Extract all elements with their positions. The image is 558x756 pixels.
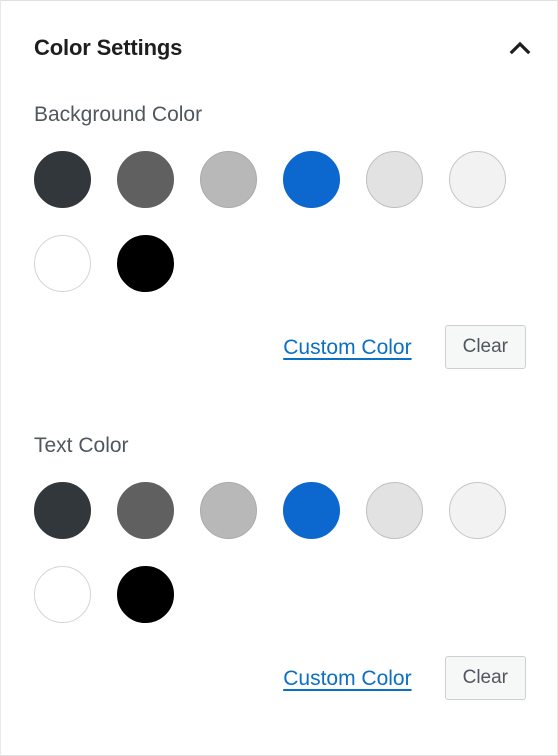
swatch-cell xyxy=(117,482,200,566)
color-swatch-blue[interactable] xyxy=(283,482,340,539)
color-swatch-very-light-gray[interactable] xyxy=(366,151,423,208)
swatch-cell xyxy=(366,151,449,235)
color-swatch-dark-gray[interactable] xyxy=(34,482,91,539)
color-swatch-white[interactable] xyxy=(34,566,91,623)
swatch-cell xyxy=(366,482,449,566)
swatch-cell xyxy=(34,235,117,319)
color-swatch-black[interactable] xyxy=(117,235,174,292)
swatch-cell xyxy=(34,151,117,235)
background-color-actions: Custom Color Clear xyxy=(34,325,526,369)
swatch-cell xyxy=(283,482,366,566)
color-swatch-medium-gray[interactable] xyxy=(117,151,174,208)
color-settings-panel-header[interactable]: Color Settings xyxy=(1,1,557,93)
color-swatch-black[interactable] xyxy=(117,566,174,623)
color-swatch-very-light-gray[interactable] xyxy=(366,482,423,539)
swatch-cell xyxy=(200,151,283,235)
swatch-cell xyxy=(449,151,532,235)
swatch-cell xyxy=(34,566,117,650)
chevron-up-icon[interactable] xyxy=(505,33,535,63)
color-swatch-dark-gray[interactable] xyxy=(34,151,91,208)
page-title: Color Settings xyxy=(34,35,183,60)
clear-button-text[interactable]: Clear xyxy=(444,656,526,700)
color-swatch-light-gray[interactable] xyxy=(200,482,257,539)
color-swatch-near-white[interactable] xyxy=(449,151,506,208)
text-color-actions: Custom Color Clear xyxy=(34,656,526,700)
color-swatch-near-white[interactable] xyxy=(449,482,506,539)
color-swatch-blue[interactable] xyxy=(283,151,340,208)
swatch-cell xyxy=(449,482,532,566)
color-swatch-medium-gray[interactable] xyxy=(117,482,174,539)
swatch-cell xyxy=(117,566,200,650)
swatch-grid-background-color xyxy=(34,151,534,319)
swatch-cell xyxy=(117,235,200,319)
color-swatch-light-gray[interactable] xyxy=(200,151,257,208)
clear-button-background[interactable]: Clear xyxy=(444,325,526,369)
swatch-cell xyxy=(117,151,200,235)
custom-color-link-text[interactable]: Custom Color xyxy=(283,668,411,689)
color-swatch-white[interactable] xyxy=(34,235,91,292)
section-label-background-color: Background Color xyxy=(34,103,203,126)
section-background-color: Background Color Custom Color Clear xyxy=(34,104,526,369)
custom-color-link-background[interactable]: Custom Color xyxy=(283,337,411,358)
swatch-cell xyxy=(283,151,366,235)
section-label-text-color: Text Color xyxy=(34,434,129,457)
swatch-cell xyxy=(200,482,283,566)
swatch-grid-text-color xyxy=(34,482,534,650)
section-text-color: Text Color Custom Color Clear xyxy=(34,435,526,700)
color-settings-panel: Color Settings Background Color Custom C… xyxy=(0,0,558,756)
swatch-cell xyxy=(34,482,117,566)
